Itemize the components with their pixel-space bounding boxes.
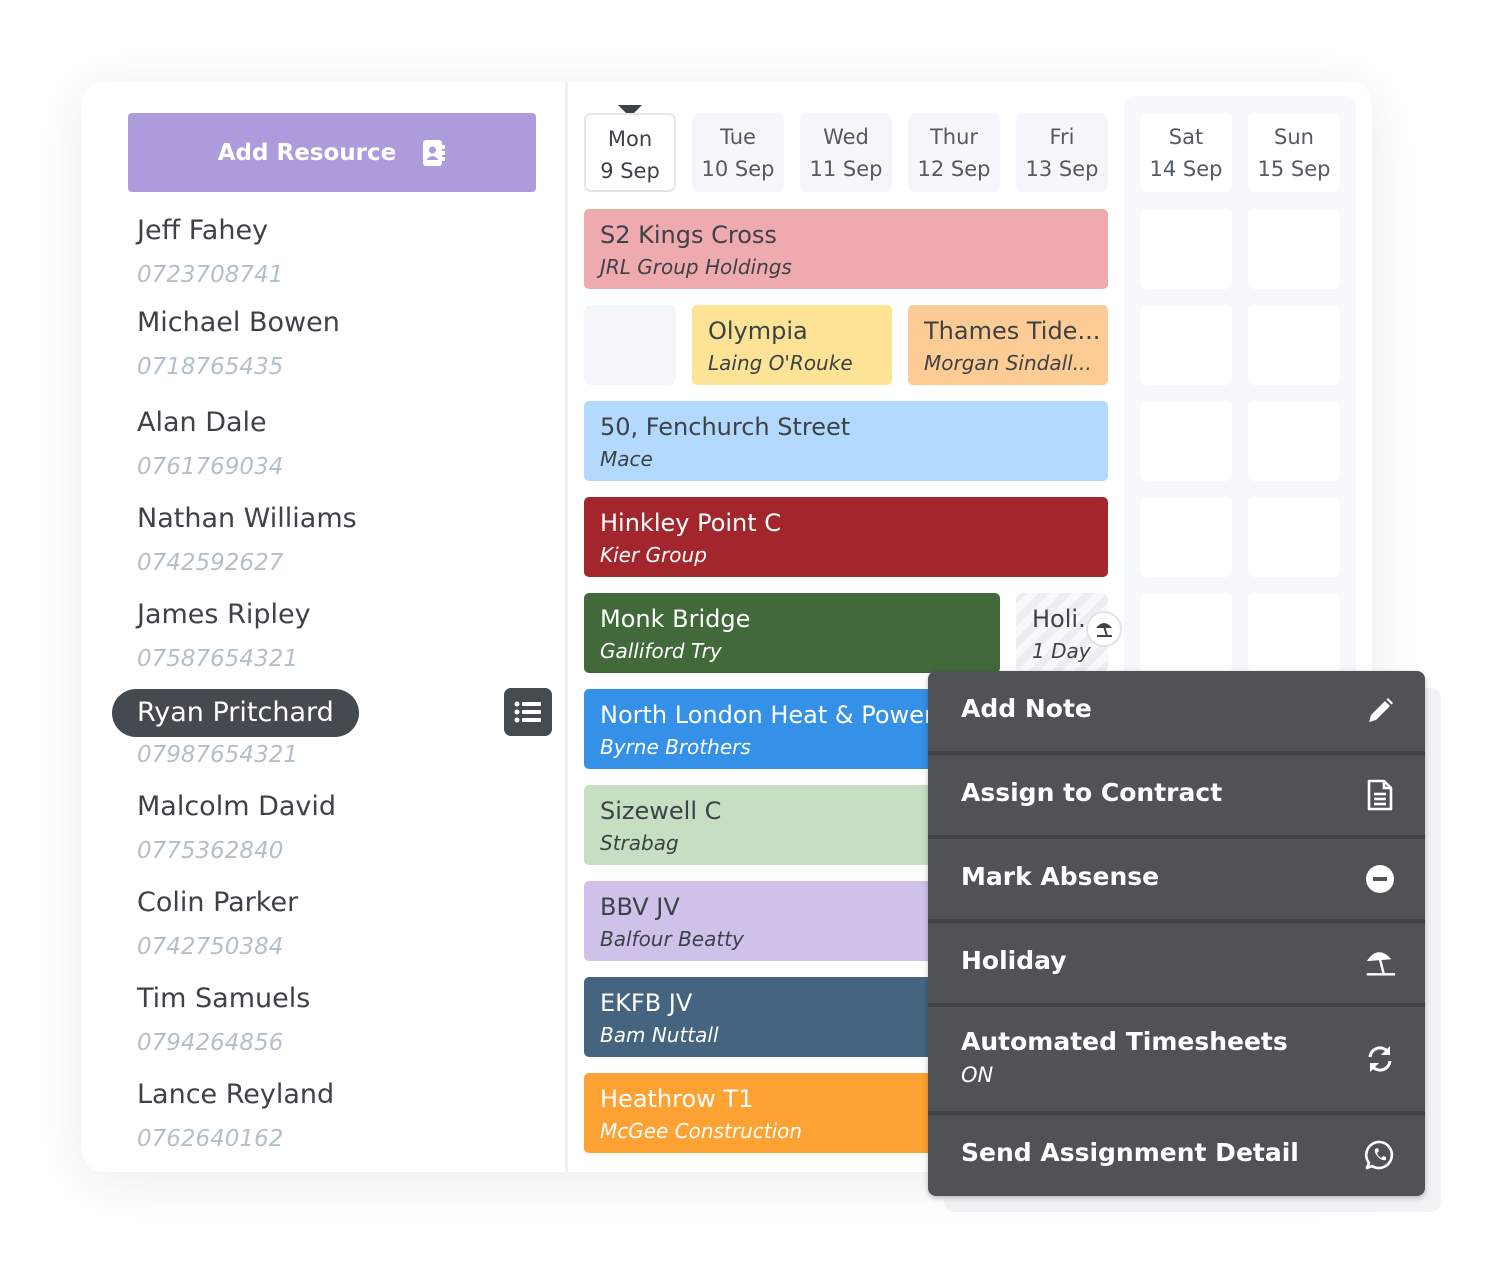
day-date: 12 Sep [917,157,991,181]
empty-slot[interactable] [1248,209,1340,289]
day-date: 11 Sep [809,157,883,181]
assignment-client: Kier Group [600,543,707,567]
resource-name[interactable]: Jeff Fahey [137,215,268,246]
document-icon [1363,778,1397,812]
day-date: 10 Sep [701,157,775,181]
resource-phone: 0761769034 [137,454,284,480]
resource-phone: 07587654321 [137,646,298,672]
resource-phone: 0794264856 [137,1030,284,1056]
menu-item-holiday[interactable]: Holiday [928,923,1425,1007]
menu-item-label: Assign to Contract [961,778,1223,807]
empty-slot[interactable] [584,305,676,385]
assignment-client: Mace [600,447,653,471]
resource-menu-button[interactable] [504,688,552,736]
assignment-title: Monk Bridge [600,605,751,633]
assignment-monk-bridge[interactable]: Monk Bridge Galliford Try [584,593,1000,673]
assignment-title: Olympia [708,317,808,345]
menu-item-automated-timesheets[interactable]: Automated Timesheets ON [928,1007,1425,1115]
assignment-client: Laing O'Rouke [708,351,853,375]
resource-name[interactable]: Michael Bowen [137,307,340,338]
beach-umbrella-icon [1086,611,1122,647]
menu-item-mark-absense[interactable]: Mark Absense [928,839,1425,923]
holiday-title: Holi. [1032,605,1086,633]
day-header-thur[interactable]: Thur 12 Sep [908,113,1000,192]
empty-slot[interactable] [1140,401,1232,481]
resource-phone: 0775362840 [137,838,284,864]
menu-item-status: ON [961,1063,994,1087]
assignment-title: Hinkley Point C [600,509,782,537]
menu-item-add-note[interactable]: Add Note [928,671,1425,755]
context-menu: Add Note Assign to Contract Mark Absense [928,671,1425,1196]
holiday-duration: 1 Day [1032,639,1091,663]
whatsapp-icon [1363,1138,1397,1172]
assignment-thames-tideway[interactable]: Thames Tide... Morgan Sindall... [908,305,1108,385]
assignment-client: Galliford Try [600,639,722,663]
day-header-mon[interactable]: Mon 9 Sep [584,113,676,192]
resource-name[interactable]: Colin Parker [137,887,298,918]
menu-item-send-assignment-detail[interactable]: Send Assignment Detail [928,1115,1425,1196]
resource-name[interactable]: Lance Reyland [137,1079,334,1110]
empty-slot[interactable] [1140,305,1232,385]
resource-phone: 0718765435 [137,354,284,380]
menu-item-label: Add Note [961,694,1092,723]
day-header-tue[interactable]: Tue 10 Sep [692,113,784,192]
resource-phone: 0723708741 [137,262,284,288]
day-name: Tue [720,125,756,149]
resource-name[interactable]: James Ripley [137,599,311,630]
resource-name[interactable]: Nathan Williams [137,503,357,534]
day-name: Sun [1274,125,1314,149]
day-name: Thur [929,125,979,149]
resource-name[interactable]: Alan Dale [137,407,267,438]
menu-item-label: Mark Absense [961,862,1160,891]
empty-slot[interactable] [1140,209,1232,289]
minus-circle-icon [1363,862,1397,896]
empty-slot[interactable] [1248,401,1340,481]
day-name: Fri [1049,125,1075,149]
contact-book-icon [422,139,446,167]
day-name: Mon [607,127,653,151]
day-header-wed[interactable]: Wed 11 Sep [800,113,892,192]
assignment-title: S2 Kings Cross [600,221,777,249]
beach-umbrella-icon [1363,946,1397,980]
resource-name-selected[interactable]: Ryan Pritchard [112,689,359,737]
pencil-icon [1363,694,1397,728]
assignment-title: 50, Fenchurch Street [600,413,851,441]
day-header-sat[interactable]: Sat 14 Sep [1140,113,1232,192]
menu-item-label: Send Assignment Detail [961,1138,1299,1167]
list-icon [514,701,541,723]
resource-phone: 0742750384 [137,934,284,960]
day-date: 13 Sep [1025,157,1099,181]
assignment-client: Morgan Sindall... [924,351,1092,375]
add-resource-label: Add Resource [217,139,397,166]
menu-item-assign-to-contract[interactable]: Assign to Contract [928,755,1425,839]
empty-slot[interactable] [1248,305,1340,385]
assignment-client: JRL Group Holdings [600,255,792,279]
day-name: Sat [1168,125,1204,149]
assignment-fenchurch-street[interactable]: 50, Fenchurch Street Mace [584,401,1108,481]
resource-name[interactable]: Tim Samuels [137,983,310,1014]
empty-slot[interactable] [1140,593,1232,673]
resource-phone: 07987654321 [137,742,298,768]
add-resource-button[interactable]: Add Resource [128,113,536,192]
day-header-fri[interactable]: Fri 13 Sep [1016,113,1108,192]
resource-phone: 0762640162 [137,1126,284,1152]
empty-slot[interactable] [1248,593,1340,673]
column-divider [565,82,568,1172]
resource-phone: 0742592627 [137,550,284,576]
day-date: 9 Sep [600,159,660,183]
assignment-olympia[interactable]: Olympia Laing O'Rouke [692,305,892,385]
empty-slot[interactable] [1248,497,1340,577]
empty-slot[interactable] [1140,497,1232,577]
resource-name[interactable]: Malcolm David [137,791,336,822]
day-date: 14 Sep [1149,157,1223,181]
day-name: Wed [823,125,869,149]
assignment-s2-kings-cross[interactable]: S2 Kings Cross JRL Group Holdings [584,209,1108,289]
day-date: 15 Sep [1257,157,1331,181]
assignment-title: Thames Tide... [924,317,1101,345]
day-header-sun[interactable]: Sun 15 Sep [1248,113,1340,192]
menu-item-label: Holiday [961,946,1067,975]
menu-item-label: Automated Timesheets [961,1027,1288,1056]
sync-icon [1363,1042,1397,1076]
assignment-hinkley-point-c[interactable]: Hinkley Point C Kier Group [584,497,1108,577]
